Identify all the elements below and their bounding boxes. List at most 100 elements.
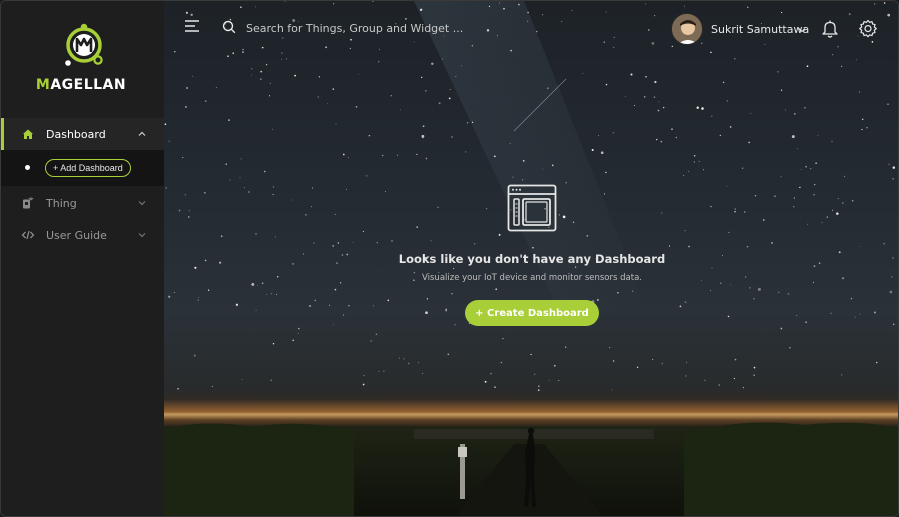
star	[591, 148, 594, 152]
dashboard-submenu: + Add Dashboard	[1, 150, 164, 186]
bullet-dot	[25, 165, 30, 170]
star	[362, 230, 364, 233]
star	[341, 254, 344, 256]
user-name[interactable]: Sukrit Samuttawa	[711, 23, 809, 36]
star	[729, 126, 732, 128]
star	[240, 158, 242, 160]
star	[804, 107, 806, 109]
brand-name-initial: M	[35, 77, 51, 93]
sidebar-item-dashboard[interactable]: Dashboard	[1, 118, 164, 150]
star	[688, 245, 690, 248]
star	[225, 163, 227, 165]
star	[285, 58, 287, 60]
star	[734, 358, 737, 361]
star	[332, 324, 334, 326]
star	[750, 113, 752, 114]
star	[292, 339, 294, 342]
star	[276, 276, 279, 278]
chevron-up-icon[interactable]	[137, 129, 147, 139]
star	[455, 75, 457, 77]
create-dashboard-button[interactable]: + Create Dashboard	[465, 300, 599, 326]
star	[205, 100, 207, 102]
star	[484, 380, 487, 383]
star	[805, 321, 807, 323]
chevron-down-icon[interactable]	[137, 198, 147, 208]
star	[251, 282, 255, 286]
star	[220, 235, 223, 238]
star	[368, 134, 371, 137]
star	[407, 362, 410, 365]
star	[375, 333, 378, 335]
star	[763, 219, 765, 221]
star	[784, 109, 786, 111]
bell-icon[interactable]	[821, 19, 839, 39]
star	[168, 140, 170, 142]
star	[269, 82, 271, 84]
star	[726, 100, 728, 102]
star	[805, 165, 807, 168]
star	[685, 375, 687, 377]
star	[612, 360, 615, 362]
star	[211, 385, 213, 387]
star	[336, 262, 338, 264]
sidebar-item-thing[interactable]: Thing	[1, 187, 164, 219]
star	[787, 293, 790, 295]
star	[813, 265, 816, 267]
star	[255, 309, 257, 311]
star	[812, 281, 815, 284]
star	[813, 194, 815, 196]
star	[399, 109, 401, 111]
star	[346, 253, 349, 256]
star	[796, 315, 798, 317]
star	[793, 206, 795, 208]
menu-icon[interactable]	[184, 19, 200, 33]
sidebar-item-label: User Guide	[46, 228, 107, 242]
star	[305, 214, 307, 216]
star	[780, 327, 783, 330]
star	[378, 61, 380, 63]
star	[548, 379, 550, 381]
star	[471, 121, 474, 123]
star	[255, 233, 257, 235]
star	[840, 65, 843, 68]
avatar[interactable]	[671, 13, 703, 45]
star	[658, 101, 660, 103]
star	[693, 161, 695, 163]
star	[684, 230, 686, 232]
star	[749, 287, 751, 289]
star	[800, 169, 802, 171]
search-input[interactable]	[246, 17, 546, 39]
main-content: Sukrit Samuttawa	[164, 1, 898, 516]
star	[671, 128, 673, 131]
star	[342, 314, 345, 316]
sidebar-item-user-guide[interactable]: User Guide	[1, 219, 164, 251]
chevron-down-icon[interactable]	[798, 26, 806, 34]
star	[381, 154, 384, 157]
star	[791, 135, 795, 139]
star	[265, 64, 268, 66]
star	[698, 160, 700, 163]
star	[710, 205, 712, 208]
magellan-logo[interactable]: MAGELLAN	[31, 21, 131, 95]
star	[465, 151, 467, 153]
search-icon[interactable]	[222, 20, 236, 34]
star	[184, 194, 186, 196]
star	[793, 113, 796, 115]
add-dashboard-button[interactable]: + Add Dashboard	[45, 159, 131, 177]
chevron-down-icon[interactable]	[137, 230, 147, 240]
gear-icon[interactable]	[858, 19, 878, 39]
star	[355, 105, 358, 108]
star	[806, 65, 809, 68]
star	[260, 78, 262, 80]
star	[352, 242, 354, 244]
star	[861, 128, 863, 131]
star	[347, 157, 350, 159]
star	[719, 134, 721, 136]
star	[778, 291, 780, 294]
star	[799, 186, 801, 189]
star	[722, 81, 725, 84]
star	[657, 109, 660, 112]
star	[422, 125, 425, 128]
code-icon	[21, 228, 35, 242]
star	[431, 62, 434, 65]
